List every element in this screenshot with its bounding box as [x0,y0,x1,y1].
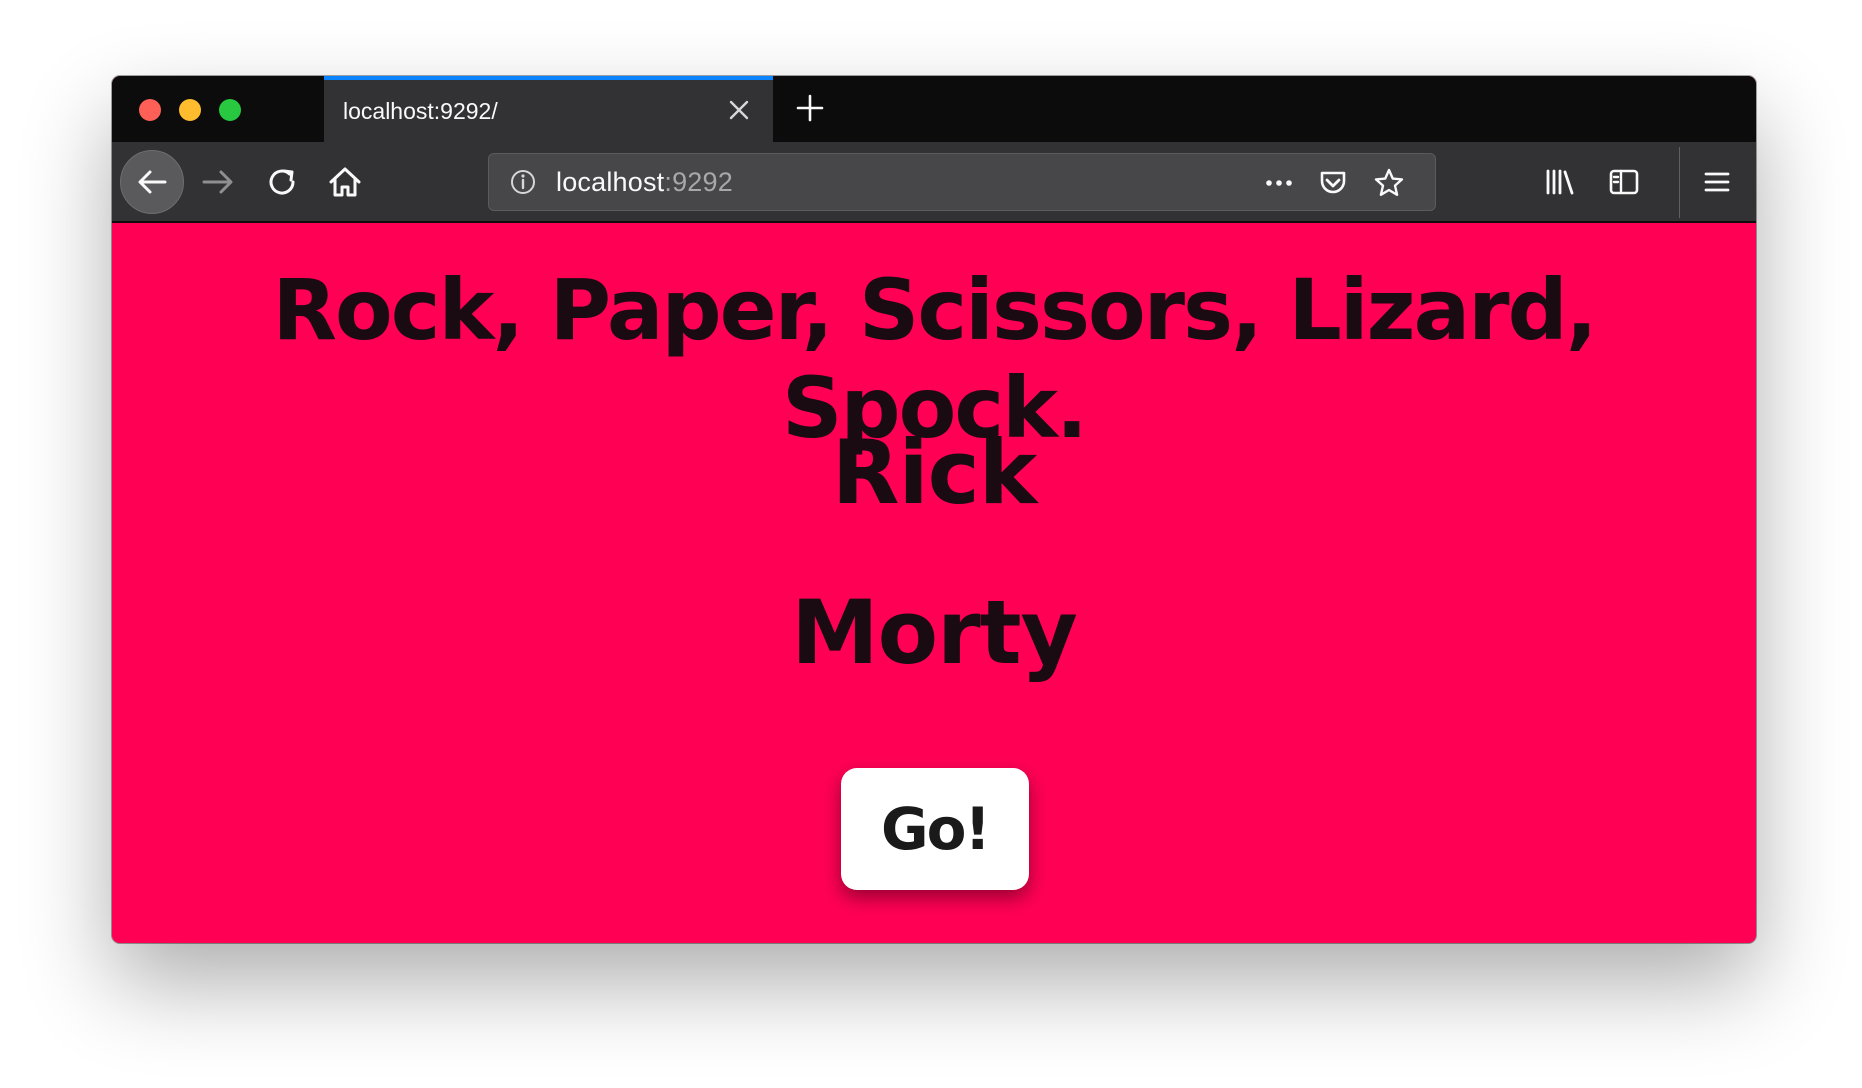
tab-strip: localhost:9292/ [112,76,1756,142]
browser-window: localhost:9292/ localhost:9292 Rock, Pap… [112,76,1756,943]
window-maximize-button[interactable] [219,99,241,121]
arrow-left-icon [138,170,167,194]
more-dots-icon[interactable] [1263,167,1295,199]
nav-toolbar: localhost:9292 [112,142,1756,223]
window-minimize-button[interactable] [179,99,201,121]
toolbar-divider [1679,147,1680,218]
page-content: Rock, Paper, Scissors, Lizard, Spock. Ri… [112,223,1756,943]
window-close-button[interactable] [139,99,161,121]
url-port: :9292 [664,167,733,197]
tab-title: localhost:9292/ [343,98,498,124]
url-host: localhost [556,167,665,197]
hamburger-menu-icon[interactable] [1701,166,1733,198]
info-icon[interactable] [509,168,537,196]
go-button[interactable]: Go! [841,768,1029,890]
home-icon[interactable] [325,162,365,202]
plus-icon[interactable] [792,90,828,126]
screenshot-stage: localhost:9292/ localhost:9292 Rock, Pap… [0,0,1862,1088]
pocket-icon[interactable] [1317,167,1349,199]
star-icon[interactable] [1373,167,1405,199]
player-two-name: Morty [791,581,1078,684]
back-button[interactable] [120,150,184,214]
close-icon[interactable] [727,98,751,122]
reload-icon[interactable] [262,162,302,202]
sidebar-icon[interactable] [1608,166,1640,198]
player-one-name: Rick [831,421,1038,524]
library-icon[interactable] [1544,166,1576,198]
url-bar[interactable]: localhost:9292 [488,153,1436,211]
browser-tab[interactable]: localhost:9292/ [324,76,773,142]
arrow-right-icon[interactable] [198,162,238,202]
url-text: localhost:9292 [556,167,733,198]
